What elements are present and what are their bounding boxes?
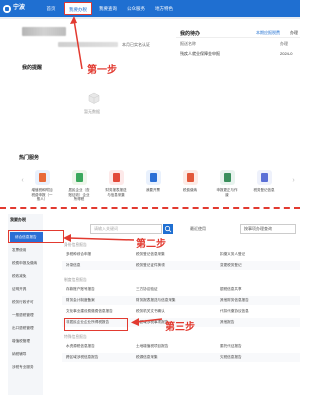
hot-service-item[interactable]: 税费缴纳: [178, 170, 202, 193]
service-link[interactable]: 土地增值税项目报告: [136, 344, 168, 349]
service-link[interactable]: 其他报告: [220, 320, 234, 325]
step3-highlight-box: [64, 318, 128, 331]
hot-service-label: 税务登记信息: [253, 188, 275, 192]
service-link[interactable]: 税务登记证件换领: [136, 263, 165, 268]
service-link[interactable]: 三方协议验证: [136, 287, 158, 292]
step3-arrow: [131, 318, 163, 326]
hot-service-item[interactable]: 申报更正与作废: [215, 170, 239, 197]
side-item[interactable]: 涉税专业服务: [12, 362, 42, 372]
step3-label: 第三步: [165, 322, 195, 333]
step2-label: 第二步: [136, 239, 166, 250]
todo-row-name[interactable]: 残疾人就业保障金申报: [180, 51, 220, 57]
hot-service-label: 财务报表报送与信息采集: [105, 188, 127, 197]
logo-icon: [3, 4, 11, 13]
section-title: 制度信息报告: [64, 278, 87, 282]
side-item[interactable]: 一般退税管理: [12, 310, 42, 320]
screenshot-divider: [0, 207, 300, 209]
service-icon: [108, 170, 124, 185]
hot-service-label: 我要开票: [146, 188, 160, 192]
service-link[interactable]: 银税信息共享: [220, 287, 242, 292]
service-link[interactable]: 其他财务信息报告: [220, 298, 249, 303]
site-logo[interactable]: 宁波: [3, 3, 37, 14]
service-link[interactable]: 委托代征报告: [220, 344, 242, 349]
nav-query[interactable]: 我要查询: [94, 0, 122, 17]
service-icon: [219, 170, 235, 185]
table-row: [62, 261, 300, 270]
hot-service-item[interactable]: 居民企业（查账征收）企业所得税: [67, 170, 91, 202]
hot-service-label: 申报更正与作废: [216, 188, 238, 197]
todo-title: 我的待办: [180, 31, 201, 37]
step1-arrow: [70, 16, 83, 70]
step1-label: 第一步: [87, 65, 117, 76]
search-icon: [164, 225, 172, 233]
service-link[interactable]: 代扣代缴协议信息: [220, 309, 249, 314]
service-link[interactable]: 补录信息: [66, 263, 80, 268]
empty-text: 暂无数据: [84, 109, 100, 114]
service-link[interactable]: 水资源税信息报告: [66, 344, 95, 349]
service-link[interactable]: 税源信息采集: [136, 355, 158, 360]
reminder-title: 我的提醒: [22, 65, 43, 71]
todo-divider: [176, 37, 300, 38]
side-item[interactable]: 出口退税管理: [12, 323, 42, 333]
section-title: 身份信息报告: [64, 243, 87, 247]
hot-service-item[interactable]: 增值税和附加税费申报（一般人）: [30, 170, 54, 202]
service-link[interactable]: 税务机关文书确认: [136, 309, 165, 314]
recent-used-label[interactable]: 最近使用: [190, 226, 206, 232]
service-icon: [182, 170, 198, 185]
tab-handle[interactable]: 办理: [290, 30, 298, 36]
hot-service-item[interactable]: 财务报表报送与信息采集: [104, 170, 128, 197]
section-title: 特殊信息报告: [64, 335, 87, 339]
service-link[interactable]: 跨区域涉税信息报告: [66, 355, 98, 360]
query-mode-select[interactable]: 按事项办理查询: [240, 224, 296, 234]
todo-col-handle: 办理: [280, 41, 288, 46]
side-item[interactable]: 纳税辅导: [12, 349, 42, 359]
search-button[interactable]: [163, 224, 173, 234]
empty-box-icon: [88, 92, 100, 104]
topbar-divider: [0, 17, 300, 19]
hot-service-item[interactable]: 我要开票: [141, 170, 165, 193]
hot-prev-icon[interactable]: ‹: [19, 176, 26, 185]
service-link[interactable]: 多税种综合申报: [66, 252, 91, 257]
side-menu-title: 我要办税: [10, 217, 26, 222]
search-input[interactable]: 请输入关键词: [90, 224, 162, 234]
service-link[interactable]: 财务报表报送与信息采集: [136, 298, 176, 303]
service-icon: [256, 170, 272, 185]
hot-service-label: 居民企业（查账征收）企业所得税: [68, 188, 90, 201]
service-icon: [71, 170, 87, 185]
hot-service-item[interactable]: 税务登记信息: [252, 170, 276, 193]
service-link[interactable]: 变更税务登记: [220, 263, 242, 268]
service-link[interactable]: 存款账户账号报告: [66, 287, 95, 292]
nav-local-feature[interactable]: 地方特色: [150, 0, 178, 17]
auth-status: 本月已实名认证: [122, 42, 150, 47]
side-item[interactable]: 税收减免: [12, 271, 42, 281]
hot-service-label: 税费缴纳: [183, 188, 197, 192]
side-item[interactable]: 发票使用: [12, 245, 42, 255]
table-row: [62, 342, 300, 351]
service-link[interactable]: 财务会计制度备案: [66, 298, 95, 303]
table-row: [62, 285, 300, 294]
service-icon: [145, 170, 161, 185]
table-row: [62, 250, 300, 259]
side-item[interactable]: 税务行政许可: [12, 297, 42, 307]
logo-text: 宁波: [13, 5, 26, 11]
side-item[interactable]: 证明开具: [12, 284, 42, 294]
nav-home[interactable]: 首页: [40, 0, 62, 17]
service-link[interactable]: 文化事业建设费缴费信息报告: [66, 309, 113, 314]
todo-row-date: 2024-0: [280, 51, 293, 56]
service-link[interactable]: 扣缴义务人登记: [220, 252, 245, 257]
table-row: [62, 296, 300, 305]
nav-public-service[interactable]: 公众服务: [122, 0, 150, 17]
hot-next-icon[interactable]: ›: [290, 176, 297, 185]
service-icon: [34, 170, 50, 185]
step2-highlight-box: [8, 230, 64, 243]
service-link[interactable]: 税务登记信息采集: [136, 252, 165, 257]
side-item[interactable]: 增值税管理: [12, 336, 42, 346]
side-item[interactable]: 税费申报及缴纳: [12, 258, 42, 268]
hot-service-label: 增值税和附加税费申报（一般人）: [31, 188, 53, 201]
hot-services-title: 热门服务: [19, 155, 40, 161]
service-link[interactable]: 欠税信息报告: [220, 355, 242, 360]
todo-col-name: 报送名称: [180, 41, 196, 46]
